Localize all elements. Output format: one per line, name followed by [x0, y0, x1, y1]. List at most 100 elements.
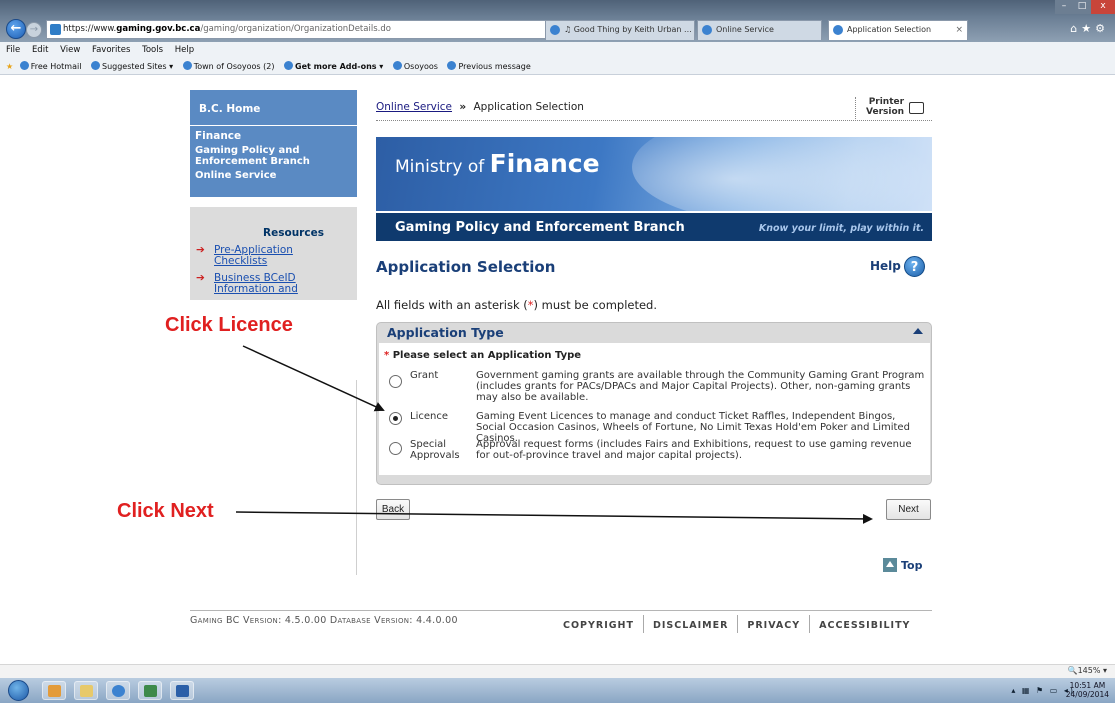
fav-get-addons[interactable]: Get more Add-ons ▾ — [284, 61, 384, 71]
application-type-panel: Application Type * Please select an Appl… — [376, 322, 932, 485]
fav-label: Suggested Sites ▾ — [101, 62, 174, 71]
taskbar-excel[interactable] — [138, 681, 162, 700]
word-icon — [176, 685, 189, 697]
help-link[interactable]: Help — [870, 259, 901, 273]
ie-icon — [182, 61, 192, 70]
favorites-star-icon[interactable]: ★ — [6, 62, 13, 71]
fav-label: Free Hotmail — [30, 62, 82, 71]
breadcrumb-separator: » — [459, 101, 467, 113]
footer-copyright[interactable]: COPYRIGHT — [563, 620, 634, 631]
panel-body: * Please select an Application Type Gran… — [379, 343, 930, 475]
option-desc-grant: Government gaming grants are available t… — [476, 370, 925, 403]
page-title: Application Selection — [376, 258, 556, 276]
folder-icon — [80, 685, 93, 697]
fav-suggested-sites[interactable]: Suggested Sites ▾ — [90, 61, 174, 71]
maximize-button[interactable]: □ — [1073, 0, 1091, 14]
top-link[interactable]: Top — [901, 559, 922, 572]
back-arrow-icon[interactable]: ← — [6, 19, 26, 39]
clock-date: 24/09/2014 — [1065, 690, 1109, 699]
radio-licence[interactable] — [389, 412, 402, 425]
footer-separator — [737, 615, 739, 633]
banner-bottom: Gaming Policy and Enforcement Branch Kno… — [376, 211, 932, 241]
forward-arrow-icon[interactable]: → — [26, 22, 42, 38]
arrow-right-icon: ➔ — [196, 272, 205, 284]
sidebar-bc-home[interactable]: B.C. Home — [190, 90, 357, 125]
gaming-line2: Enforcement Branch — [195, 156, 310, 167]
clock-time: 10:51 AM — [1069, 681, 1106, 690]
footer-accessibility[interactable]: ACCESSIBILITY — [819, 620, 910, 631]
taskbar-clock[interactable]: 10:51 AM 24/09/2014 — [1066, 681, 1109, 699]
menu-help[interactable]: Help — [175, 45, 194, 55]
menu-bar: File Edit View Favorites Tools Help — [0, 42, 1115, 58]
panel-header[interactable]: Application Type — [377, 323, 931, 340]
footer-disclaimer[interactable]: DISCLAIMER — [653, 620, 728, 631]
menu-favorites[interactable]: Favorites — [92, 45, 130, 55]
sidebar-divider — [356, 380, 357, 575]
sidebar-item-online-service[interactable]: Online Service — [195, 170, 357, 181]
taskbar-internet-explorer[interactable] — [106, 681, 130, 700]
minimize-button[interactable]: – — [1055, 0, 1073, 14]
help-question-icon[interactable]: ? — [904, 256, 925, 277]
panel-title: Application Type — [387, 325, 504, 340]
url-domain: gaming.gov.bc.ca — [116, 24, 201, 34]
fav-free-hotmail[interactable]: Free Hotmail — [19, 61, 82, 71]
zoom-level[interactable]: 🔍145% ▾ — [1068, 666, 1107, 675]
resource-link-pre-application[interactable]: ➔ Pre-Application Checklists — [190, 245, 357, 267]
taskbar-word[interactable] — [170, 681, 194, 700]
footer-privacy[interactable]: PRIVACY — [747, 620, 800, 631]
tab-close-icon[interactable]: × — [955, 21, 963, 39]
option-label-special: Special Approvals — [410, 439, 460, 461]
annotation-click-next: Click Next — [117, 500, 214, 522]
tab-label: Application Selection — [847, 25, 932, 34]
url-path: /gaming/organization/OrganizationDetails… — [200, 24, 391, 34]
menu-edit[interactable]: Edit — [32, 45, 48, 55]
arrow-to-licence — [242, 345, 385, 412]
next-button[interactable]: Next — [886, 499, 931, 520]
breadcrumb-online-service[interactable]: Online Service — [376, 101, 452, 113]
start-button-icon[interactable] — [8, 680, 29, 701]
sidebar-item-gaming-policy[interactable]: Gaming Policy and Enforcement Branch — [195, 145, 357, 167]
breadcrumb-rule — [376, 120, 932, 121]
required-fields-note: All fields with an asterisk (*) must be … — [376, 298, 657, 312]
home-favorites-icons[interactable]: ⌂★⚙ — [1070, 22, 1109, 35]
tab-application-selection[interactable]: Application Selection × — [828, 20, 968, 40]
fav-osoyoos[interactable]: Osoyoos — [392, 61, 438, 71]
option-licence: Licence Gaming Event Licences to manage … — [379, 410, 930, 444]
tab-good-thing[interactable]: ♫ Good Thing by Keith Urban ... — [545, 20, 695, 40]
sidebar-item-finance[interactable]: Finance — [195, 131, 357, 142]
branch-title: Gaming Policy and Enforcement Branch — [395, 220, 685, 235]
collapse-triangle-icon[interactable] — [913, 328, 923, 334]
footer-version: Gaming BC Version: 4.5.0.00 Database Ver… — [190, 615, 458, 626]
tab-online-service[interactable]: Online Service — [697, 20, 822, 40]
ie-icon — [447, 61, 457, 70]
menu-tools[interactable]: Tools — [142, 45, 163, 55]
fav-town-osoyoos[interactable]: Town of Osoyoos (2) — [182, 61, 274, 71]
address-bar[interactable]: https://www.gaming.gov.bc.ca/gaming/orga… — [46, 20, 546, 39]
fav-label: Get more Add-ons ▾ — [295, 62, 384, 71]
up-arrow-icon[interactable] — [883, 558, 897, 572]
printer-version-link[interactable]: Printer Version — [855, 97, 925, 121]
printer-line1: Printer — [868, 97, 905, 107]
arrow-to-next — [235, 511, 873, 524]
close-window-button[interactable]: x — [1091, 0, 1115, 14]
option-special-approvals: Special Approvals Approval request forms… — [379, 439, 930, 465]
back-button[interactable]: Back — [376, 499, 410, 520]
fav-previous-message[interactable]: Previous message — [447, 61, 531, 71]
browser-titlebar: ← → https://www.gaming.gov.bc.ca/gaming/… — [0, 0, 1115, 42]
fav-label: Osoyoos — [403, 62, 438, 71]
special-line1: Special — [410, 439, 447, 450]
ministry-of-text: Ministry of — [395, 157, 485, 177]
radio-special-approvals[interactable] — [389, 442, 402, 455]
taskbar-explorer[interactable] — [74, 681, 98, 700]
menu-file[interactable]: File — [6, 45, 20, 55]
favorites-bar: ★ Free Hotmail Suggested Sites ▾ Town of… — [0, 58, 1115, 75]
footer-separator — [809, 615, 811, 633]
menu-view[interactable]: View — [60, 45, 80, 55]
taskbar-app-1[interactable] — [42, 681, 66, 700]
url-prefix: https://www. — [63, 24, 117, 34]
resource-link-business-bceid[interactable]: ➔ Business BCeID Information and — [190, 273, 357, 295]
finance-text: Finance — [489, 149, 600, 178]
breadcrumb: Online Service » Application Selection — [376, 101, 584, 113]
breadcrumb-current: Application Selection — [473, 101, 584, 113]
radio-grant[interactable] — [389, 375, 402, 388]
